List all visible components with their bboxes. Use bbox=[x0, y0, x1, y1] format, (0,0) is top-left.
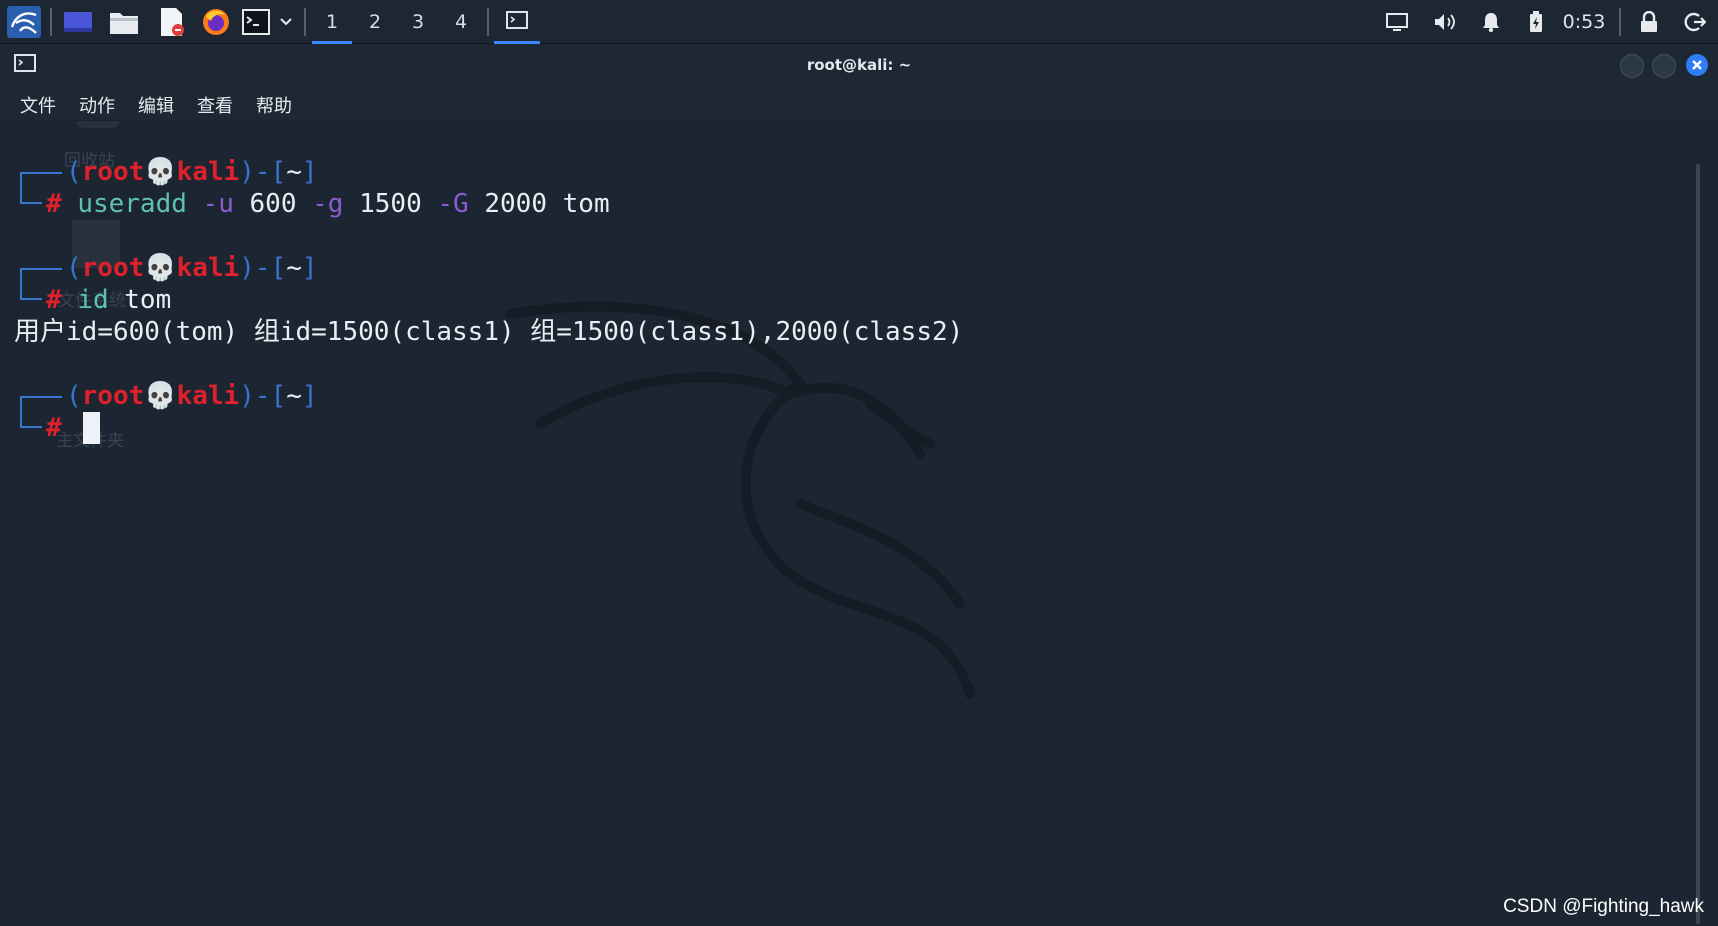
desktop-icon[interactable] bbox=[60, 0, 96, 44]
command-output: 用户id=600(tom) 组id=1500(class1) 组=1500(cl… bbox=[14, 317, 964, 347]
prompt-frame bbox=[20, 298, 42, 300]
display-icon[interactable] bbox=[1382, 0, 1412, 44]
workspace-4[interactable]: 4 bbox=[441, 0, 481, 44]
workspace-2[interactable]: 2 bbox=[355, 0, 395, 44]
prompt-line: (root💀kali)-[~] bbox=[66, 157, 318, 187]
panel-separator bbox=[487, 8, 489, 36]
prompt-line: (root💀kali)-[~] bbox=[66, 381, 318, 411]
command-line: # bbox=[46, 413, 62, 443]
clock[interactable]: 0:53 bbox=[1556, 0, 1612, 44]
prompt-line: (root💀kali)-[~] bbox=[66, 253, 318, 283]
text-editor-icon[interactable] bbox=[154, 0, 190, 44]
screen: 1 2 3 4 0:53 回收站 文件系统 root@kali: ~ 文件 动作… bbox=[0, 0, 1718, 926]
command-line: # id tom bbox=[46, 285, 172, 315]
panel-separator bbox=[304, 8, 306, 36]
volume-icon[interactable] bbox=[1430, 0, 1460, 44]
terminal-icon[interactable] bbox=[240, 0, 272, 44]
scrollbar[interactable] bbox=[1696, 164, 1700, 924]
logout-icon[interactable] bbox=[1680, 0, 1710, 44]
workspace-3[interactable]: 3 bbox=[398, 0, 438, 44]
terminal-window: 回收站 文件系统 主文件夹 root@kali: ~ 文件 动作 编辑 查看 帮… bbox=[0, 44, 1718, 926]
terminal-window-icon bbox=[506, 10, 528, 34]
lock-icon[interactable] bbox=[1634, 0, 1664, 44]
top-panel: 1 2 3 4 0:53 bbox=[0, 0, 1718, 44]
firefox-icon[interactable] bbox=[198, 0, 234, 44]
terminal-output[interactable]: (root💀kali)-[~] # useradd -u 600 -g 1500… bbox=[0, 44, 1690, 926]
dropdown-chevron-icon[interactable] bbox=[276, 0, 296, 44]
prompt-frame bbox=[20, 426, 42, 428]
kali-menu-icon[interactable] bbox=[4, 0, 44, 44]
command-line: # useradd -u 600 -g 1500 -G 2000 tom bbox=[46, 189, 610, 219]
notification-bell-icon[interactable] bbox=[1476, 0, 1506, 44]
panel-separator bbox=[50, 8, 52, 36]
workspace-1[interactable]: 1 bbox=[312, 0, 352, 44]
file-manager-icon[interactable] bbox=[106, 0, 142, 44]
prompt-frame bbox=[20, 202, 42, 204]
terminal-window-task[interactable] bbox=[494, 0, 540, 44]
panel-separator bbox=[1619, 8, 1621, 36]
battery-icon[interactable] bbox=[1522, 0, 1550, 44]
text-cursor bbox=[83, 412, 100, 444]
csdn-watermark: CSDN @Fighting_hawk bbox=[1503, 896, 1704, 917]
